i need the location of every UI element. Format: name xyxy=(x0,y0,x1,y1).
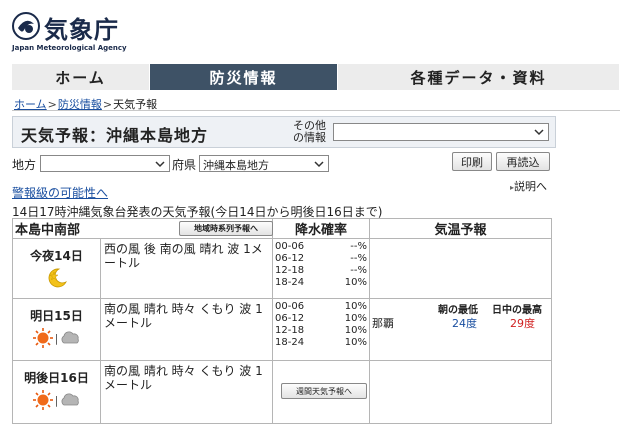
temp-morning-low-label: 朝の最低 xyxy=(438,305,478,316)
prefecture-label: 府県 xyxy=(172,158,197,172)
pop-cell: 00-06 --% 06-12 --% 12-18 --% 18-24 10% xyxy=(272,238,370,299)
chevron-down-icon xyxy=(534,129,544,136)
pop-time: 00-06 xyxy=(275,301,305,312)
prefecture-select-value: 沖縄本島地方 xyxy=(203,159,269,172)
table-row: 明日15日 | 南の風 晴れ 時々 くもり 波 1メートル 00-06 10% … xyxy=(12,298,552,361)
pop-value: 10% xyxy=(344,325,367,336)
temp-day-high-label: 日中の最高 xyxy=(492,305,542,316)
region-select[interactable] xyxy=(40,155,170,172)
pop-row: 00-06 10% xyxy=(275,301,367,313)
table-row: 明後日16日 | 南の風 晴れ 時々 くもり 波 1メートル 週間天気予報へ xyxy=(12,360,552,424)
temp-block: 朝の最低 日中の最高 那覇 24度 29度 xyxy=(370,299,551,359)
table-header-row: 本島中南部 地域時系列予報へ 降水確率 気温予報 xyxy=(12,218,552,239)
explanation-link[interactable]: ▸説明へ xyxy=(510,178,547,194)
temp-header: 気温予報 xyxy=(369,218,552,239)
temp-cell xyxy=(369,360,552,424)
pop-row: 12-18 10% xyxy=(275,325,367,337)
jma-logo-mark-icon xyxy=(12,12,40,40)
prefecture-select[interactable]: 沖縄本島地方 xyxy=(199,155,329,172)
day-label: 今夜14日 xyxy=(30,249,83,263)
pop-value: 10% xyxy=(344,337,367,348)
nav-home[interactable]: ホーム xyxy=(12,64,150,90)
explanation-link-label: 説明へ xyxy=(514,180,548,193)
pop-time: 12-18 xyxy=(275,325,305,336)
pop-time: 18-24 xyxy=(275,337,305,348)
other-info-select[interactable] xyxy=(333,123,549,141)
day-cell: 今夜14日 xyxy=(12,238,101,299)
logo-text-jp: 気象庁 xyxy=(44,16,119,44)
weather-text: 西の風 後 南の風 晴れ 波 1メートル xyxy=(100,238,273,299)
table-row: 今夜14日 西の風 後 南の風 晴れ 波 1メートル 00-06 --% 06-1… xyxy=(12,238,552,299)
other-info-label: その他の情報 xyxy=(293,119,326,144)
day-label: 明日15日 xyxy=(30,309,83,323)
pop-value: --% xyxy=(350,241,367,252)
pop-time: 00-06 xyxy=(275,241,305,252)
region-label: 地方 xyxy=(12,158,37,172)
pop-time: 12-18 xyxy=(275,265,305,276)
weather-icons: | xyxy=(13,327,100,349)
day-cell: 明後日16日 | xyxy=(12,360,101,424)
day-label: 明後日16日 xyxy=(24,371,89,385)
pop-value: --% xyxy=(350,253,367,264)
pop-row: 00-06 --% xyxy=(275,241,367,253)
pop-time: 06-12 xyxy=(275,313,305,324)
timeseries-forecast-button[interactable]: 地域時系列予報へ xyxy=(179,221,273,236)
area-header-label: 本島中南部 xyxy=(15,223,81,238)
pop-cell: 週間天気予報へ xyxy=(272,360,370,424)
pop-row: 12-18 --% xyxy=(275,265,367,277)
pop-time: 06-12 xyxy=(275,253,305,264)
pop-header: 降水確率 xyxy=(272,218,370,239)
reload-button[interactable]: 再読込 xyxy=(496,152,550,171)
pop-value: 10% xyxy=(344,277,367,288)
temp-cell: 朝の最低 日中の最高 那覇 24度 29度 xyxy=(369,298,552,361)
temp-low-value: 24度 xyxy=(452,317,477,330)
nav-data-materials[interactable]: 各種データ・資料 xyxy=(338,64,620,90)
weather-icons: | xyxy=(13,389,100,411)
temp-city: 那覇 xyxy=(372,317,394,330)
chevron-down-icon xyxy=(314,161,324,168)
pop-time: 18-24 xyxy=(275,277,305,288)
sun-icon xyxy=(32,328,53,348)
chevron-down-icon xyxy=(155,161,165,168)
sun-icon xyxy=(32,390,53,410)
pop-row: 18-24 10% xyxy=(275,337,367,349)
pop-row: 06-12 --% xyxy=(275,253,367,265)
pop-value: 10% xyxy=(344,301,367,312)
weather-icons xyxy=(13,267,100,289)
pop-value: --% xyxy=(350,265,367,276)
pop-row: 18-24 10% xyxy=(275,277,367,289)
jma-logo[interactable]: 気象庁 Japan Meteorological Agency xyxy=(12,8,152,54)
nav-disaster-info[interactable]: 防災情報 xyxy=(150,64,338,90)
warning-possibility-link[interactable]: 警報級の可能性へ xyxy=(12,184,108,201)
moon-star-icon xyxy=(48,268,67,288)
title-bar: 天気予報：沖縄本島地方 その他の情報 xyxy=(12,116,556,148)
temp-cell xyxy=(369,238,552,299)
pop-cell: 00-06 10% 06-12 10% 12-18 10% 18-24 10% xyxy=(272,298,370,361)
area-header: 本島中南部 地域時系列予報へ xyxy=(12,218,273,239)
print-button[interactable]: 印刷 xyxy=(452,152,492,171)
weather-text: 南の風 晴れ 時々 くもり 波 1メートル xyxy=(100,298,273,361)
logo-text-en: Japan Meteorological Agency xyxy=(12,44,127,52)
cloud-icon xyxy=(61,393,80,406)
weather-separator: | xyxy=(54,393,59,407)
pop-value: 10% xyxy=(344,313,367,324)
temp-high-value: 29度 xyxy=(510,317,535,330)
pop-row: 06-12 10% xyxy=(275,313,367,325)
day-cell: 明日15日 | xyxy=(12,298,101,361)
forecast-table: 本島中南部 地域時系列予報へ 降水確率 気温予報 今夜14日 西の風 後 南の風… xyxy=(12,218,552,424)
main-nav: ホーム 防災情報 各種データ・資料 xyxy=(12,64,620,90)
weather-text: 南の風 晴れ 時々 くもり 波 1メートル xyxy=(100,360,273,424)
page-title: 天気予報：沖縄本島地方 xyxy=(21,126,209,145)
weekly-forecast-button[interactable]: 週間天気予報へ xyxy=(281,383,367,399)
weather-separator: | xyxy=(54,331,59,345)
divider xyxy=(12,110,620,111)
cloud-icon xyxy=(61,331,80,344)
